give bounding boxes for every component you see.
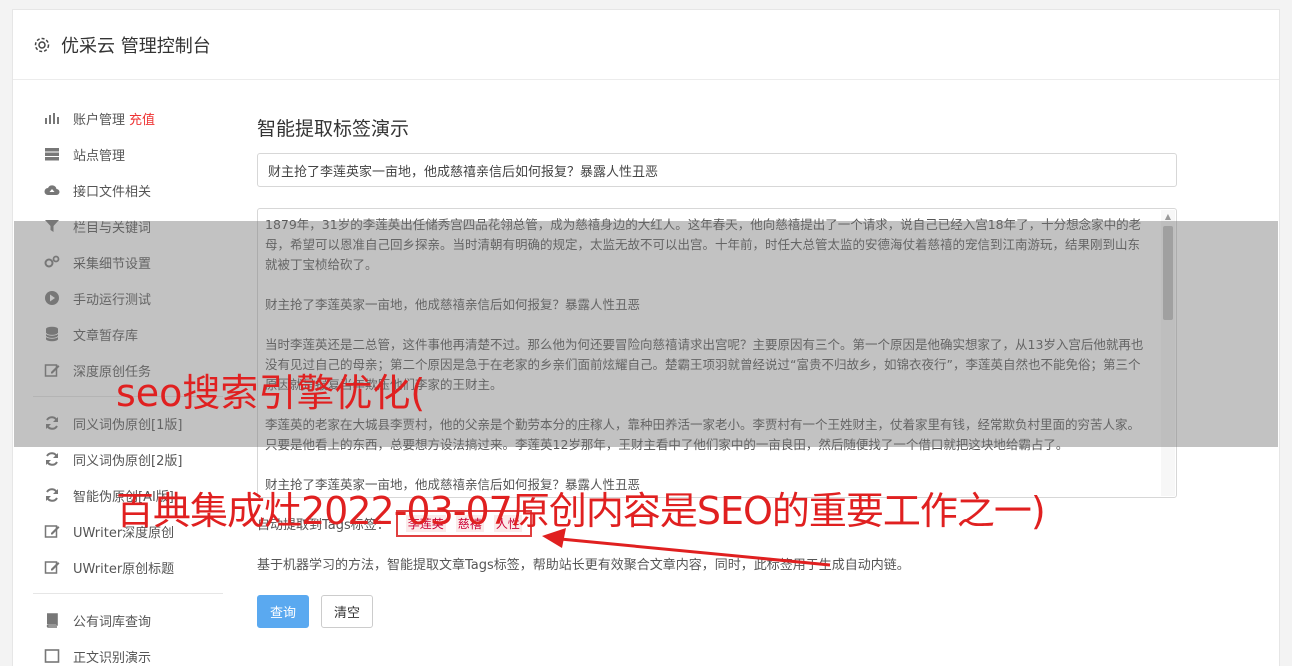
sidebar-item[interactable]: UWriter原创标题: [33, 549, 223, 585]
red-arrow-icon: [542, 528, 831, 567]
edit-icon: [43, 558, 61, 576]
sidebar-item[interactable]: 站点管理: [33, 136, 223, 172]
page-title: 优采云 管理控制台: [61, 35, 211, 57]
bar-chart-icon: [43, 109, 61, 127]
sidebar-item-label: UWriter原创标题: [73, 561, 175, 577]
button-row: 查询 清空: [257, 595, 1177, 628]
book-icon: [43, 611, 61, 629]
sidebar-item[interactable]: 正文识别演示: [33, 638, 223, 666]
server-icon: [43, 145, 61, 163]
sidebar-item-label: 同义词伪原创[2版]: [73, 453, 183, 469]
sidebar-item[interactable]: 账户管理 充值: [33, 100, 223, 136]
title-input[interactable]: 财主抢了李莲英家一亩地，他成慈禧亲信后如何报复？暴露人性丑恶: [257, 153, 1177, 187]
cloud-upload-icon: [43, 181, 61, 199]
refresh-icon: [43, 486, 61, 504]
sidebar-item-label: 接口文件相关: [73, 184, 152, 200]
gear-icon: [33, 36, 51, 54]
sidebar-item-label: 账户管理: [73, 112, 126, 128]
clear-button[interactable]: 清空: [321, 595, 374, 628]
recharge-link[interactable]: 充值: [129, 109, 155, 128]
sidebar-divider: [33, 593, 223, 594]
overlay-caption-line1: seo搜索引擎优化(: [116, 371, 426, 415]
sidebar-item-label: 站点管理: [73, 148, 126, 164]
section-heading: 智能提取标签演示: [257, 118, 410, 140]
square-icon: [43, 647, 61, 665]
edit-icon: [43, 522, 61, 540]
sidebar-item-label: 公有词库查询: [73, 614, 152, 630]
query-button[interactable]: 查询: [257, 595, 310, 628]
sidebar-item-label: 正文识别演示: [73, 650, 152, 666]
refresh-icon: [43, 450, 61, 468]
panel-header: 优采云 管理控制台: [13, 10, 1279, 80]
sidebar-item[interactable]: 公有词库查询: [33, 602, 223, 638]
sidebar-item[interactable]: 接口文件相关: [33, 172, 223, 208]
